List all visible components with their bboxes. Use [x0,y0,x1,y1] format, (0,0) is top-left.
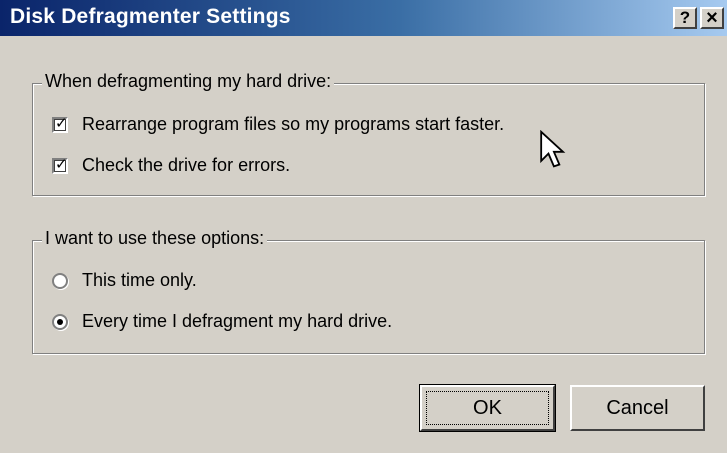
check-errors-checkbox[interactable]: ✓ Check the drive for errors. [52,155,290,176]
help-button[interactable]: ? [673,7,697,29]
every-time-radio[interactable]: Every time I defragment my hard drive. [52,311,392,332]
rearrange-files-checkbox[interactable]: ✓ Rearrange program files so my programs… [52,114,504,135]
drive-options-group [32,83,705,196]
window-title: Disk Defragmenter Settings [10,5,291,28]
this-time-only-label: This time only. [82,270,197,290]
mouse-pointer-icon [540,130,566,168]
checkbox-box[interactable]: ✓ [52,114,68,133]
every-time-label: Every time I defragment my hard drive. [82,311,393,331]
check-errors-label: Check the drive for errors. [82,155,291,175]
ok-button[interactable]: OK [419,384,556,432]
drive-options-legend: When defragmenting my hard drive: [42,71,335,92]
radio-selected-dot [57,318,63,325]
use-options-legend: I want to use these options: [42,228,268,249]
rearrange-files-label: Rearrange program files so my programs s… [82,114,505,134]
focus-rectangle [426,391,549,425]
use-options-group [32,240,705,354]
cancel-button-label: Cancel [606,396,669,419]
checkmark-icon: ✓ [55,114,68,132]
this-time-only-radio[interactable]: This time only. [52,270,197,291]
dialog-window: Disk Defragmenter Settings ? × When defr… [0,0,727,453]
checkbox-box[interactable]: ✓ [52,155,68,174]
close-button[interactable]: × [700,7,724,29]
radio-circle[interactable] [52,313,68,330]
cancel-button[interactable]: Cancel [570,385,705,431]
title-bar[interactable]: Disk Defragmenter Settings ? × [0,0,727,36]
radio-circle[interactable] [52,272,68,289]
checkmark-icon: ✓ [55,155,68,173]
